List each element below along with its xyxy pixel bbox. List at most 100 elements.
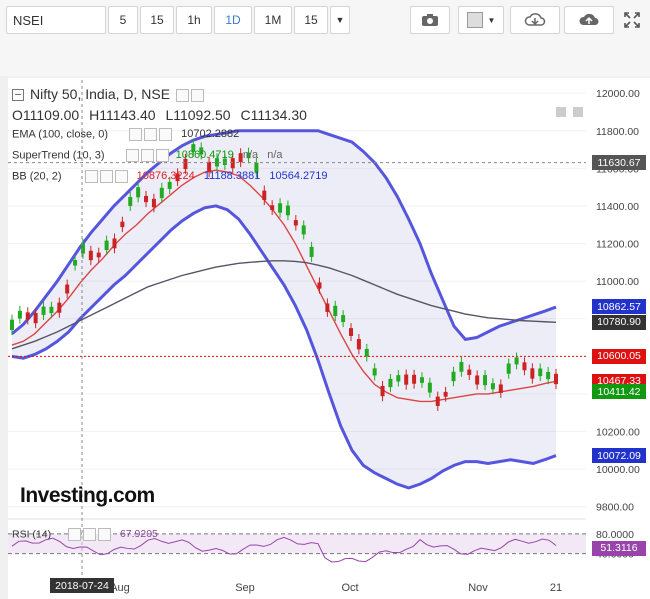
legend-close: C11134.30	[240, 107, 307, 123]
supertrend-na2: n/a	[267, 149, 283, 162]
x-tick-label: Nov	[468, 582, 488, 594]
candle	[530, 368, 535, 379]
fullscreen-button[interactable]	[618, 6, 646, 34]
settings-small-icon[interactable]	[140, 149, 154, 162]
settings-small-icon[interactable]	[144, 128, 158, 141]
y-tick-label: 10200.00	[596, 427, 640, 439]
y-tick-label: 11000.00	[596, 276, 639, 288]
interval-15[interactable]: 15	[140, 6, 174, 34]
candle	[380, 385, 385, 397]
camera-icon	[422, 14, 438, 26]
candle	[498, 384, 503, 393]
interval-1m[interactable]: 1M	[254, 6, 292, 34]
close-icon[interactable]	[155, 149, 169, 162]
candle	[490, 383, 495, 390]
candle	[333, 305, 338, 317]
y-tick-label: 9800.00	[596, 502, 634, 514]
load-chart-button[interactable]	[510, 6, 560, 34]
cloud-download-icon	[524, 13, 546, 26]
candle	[349, 328, 354, 336]
settings-small-icon[interactable]	[190, 88, 204, 102]
interval-15-extra[interactable]: 15	[294, 6, 328, 34]
candle	[427, 382, 432, 393]
candle	[17, 310, 22, 319]
legend-title-row: Nifty 50, India, D, NSE	[12, 86, 204, 102]
candle	[372, 368, 377, 376]
investing-logo: Investing.com	[20, 484, 155, 507]
candle	[475, 375, 480, 385]
chevron-down-icon: ▼	[335, 15, 345, 25]
candle	[404, 374, 409, 385]
interval-1h[interactable]: 1h	[176, 6, 212, 34]
candle	[270, 205, 275, 211]
color-swatch-icon	[466, 12, 483, 28]
collapse-icon[interactable]	[12, 89, 24, 102]
expand-icon	[624, 12, 640, 28]
chevron-down-icon: ▼	[487, 15, 496, 25]
candle	[388, 378, 393, 388]
candle	[49, 306, 54, 314]
screenshot-button[interactable]	[410, 6, 450, 34]
price-tag: 10411.42	[592, 384, 646, 400]
y-tick-label: 11400.00	[596, 201, 639, 213]
drawing-toolbar: ▼ ⚙ ⚖ ↶ ↷	[0, 38, 650, 108]
interval-1d[interactable]: 1D	[214, 6, 252, 34]
candle	[151, 198, 156, 208]
candle	[364, 348, 369, 357]
candle	[262, 190, 267, 201]
candle	[120, 221, 125, 228]
candle	[112, 238, 117, 249]
price-tag: 10862.57	[592, 299, 646, 315]
close-icon[interactable]	[114, 170, 128, 183]
eye-icon[interactable]	[125, 149, 139, 162]
candle	[88, 250, 93, 261]
ema-label: EMA (100, close, 0)	[12, 128, 108, 141]
eye-icon[interactable]	[175, 88, 189, 102]
cloud-upload-icon	[579, 13, 599, 25]
interval-dropdown[interactable]: ▼	[330, 6, 350, 34]
rsi-tick-label: 80.0000	[596, 529, 634, 541]
close-icon[interactable]	[98, 528, 112, 541]
candle	[412, 374, 417, 384]
save-chart-button[interactable]	[564, 6, 614, 34]
candle	[396, 375, 401, 382]
y-tick-label: 10000.00	[596, 464, 640, 476]
eye-icon[interactable]	[129, 128, 143, 141]
candle	[57, 302, 62, 313]
x-tick-label: Sep	[235, 582, 255, 594]
candle	[104, 240, 109, 251]
settings-small-icon[interactable]	[99, 170, 113, 183]
candle	[128, 196, 133, 206]
color-picker-button[interactable]: ▼	[458, 6, 504, 34]
eye-icon[interactable]	[68, 528, 82, 541]
pane-up-icon[interactable]	[556, 107, 566, 117]
candle	[546, 371, 551, 380]
candle	[443, 391, 448, 397]
pane-down-icon[interactable]	[573, 107, 584, 117]
interval-5[interactable]: 5	[108, 6, 138, 34]
close-icon[interactable]	[159, 128, 173, 141]
legend-rsi: RSI (14) 67.9205	[12, 528, 158, 541]
symbol-input[interactable]: NSEI	[6, 6, 106, 34]
x-tick-label: 21	[550, 582, 562, 594]
crosshair-date-label: 2018-07-24	[50, 578, 114, 593]
candle	[65, 284, 70, 294]
candle	[301, 225, 306, 235]
price-tag: 10600.05	[592, 348, 646, 364]
candle	[506, 363, 511, 374]
bb-lower-value: 10564.2719	[269, 170, 328, 183]
candle	[435, 396, 440, 406]
bb-upper-value: 11188.3881	[203, 170, 261, 183]
candle	[41, 306, 46, 315]
candle	[96, 252, 101, 258]
candle	[278, 203, 283, 213]
candle	[285, 205, 290, 216]
candle	[538, 368, 543, 377]
eye-icon[interactable]	[84, 170, 98, 183]
settings-small-icon[interactable]	[83, 528, 97, 541]
candle	[144, 195, 149, 203]
candle	[459, 361, 464, 372]
candle	[467, 369, 472, 375]
candle	[33, 312, 38, 324]
price-tag: 10780.90	[592, 314, 646, 330]
